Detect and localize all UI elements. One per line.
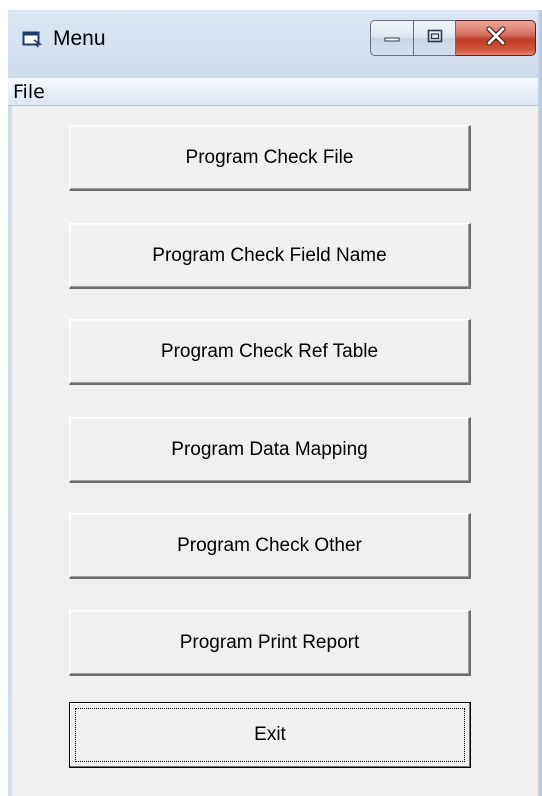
button-label: Program Check File xyxy=(185,146,354,168)
menu-bar: File xyxy=(8,78,542,106)
maximize-button[interactable] xyxy=(414,20,456,56)
program-data-mapping-button[interactable]: Program Data Mapping xyxy=(69,417,471,483)
program-check-other-button[interactable]: Program Check Other xyxy=(69,513,471,579)
button-label: Program Data Mapping xyxy=(171,438,368,460)
program-check-field-name-button[interactable]: Program Check Field Name xyxy=(69,223,471,289)
menu-window: Menu File Program Check File Program Che… xyxy=(8,10,542,796)
minimize-button[interactable] xyxy=(370,20,414,56)
button-label: Program Check Ref Table xyxy=(160,340,379,362)
button-label: Program Check Other xyxy=(177,534,362,556)
close-icon xyxy=(485,26,507,51)
program-check-file-button[interactable]: Program Check File xyxy=(69,125,471,191)
title-bar[interactable]: Menu xyxy=(8,10,542,66)
program-check-ref-table-button[interactable]: Program Check Ref Table xyxy=(69,319,471,385)
client-area: Program Check File Program Check Field N… xyxy=(12,106,542,796)
window-border xyxy=(538,10,542,796)
caption-buttons xyxy=(370,20,536,56)
button-label: Exit xyxy=(254,724,286,745)
maximize-icon xyxy=(426,28,444,49)
button-label: Program Check Field Name xyxy=(152,244,387,266)
menu-file[interactable]: File xyxy=(10,80,48,104)
exit-button[interactable]: Exit xyxy=(69,702,471,768)
window-title: Menu xyxy=(53,27,106,50)
form-window-icon xyxy=(22,30,43,48)
program-print-report-button[interactable]: Program Print Report xyxy=(69,610,471,676)
minimize-icon xyxy=(383,29,401,48)
close-button[interactable] xyxy=(456,20,536,56)
button-label: Program Print Report xyxy=(179,631,360,653)
